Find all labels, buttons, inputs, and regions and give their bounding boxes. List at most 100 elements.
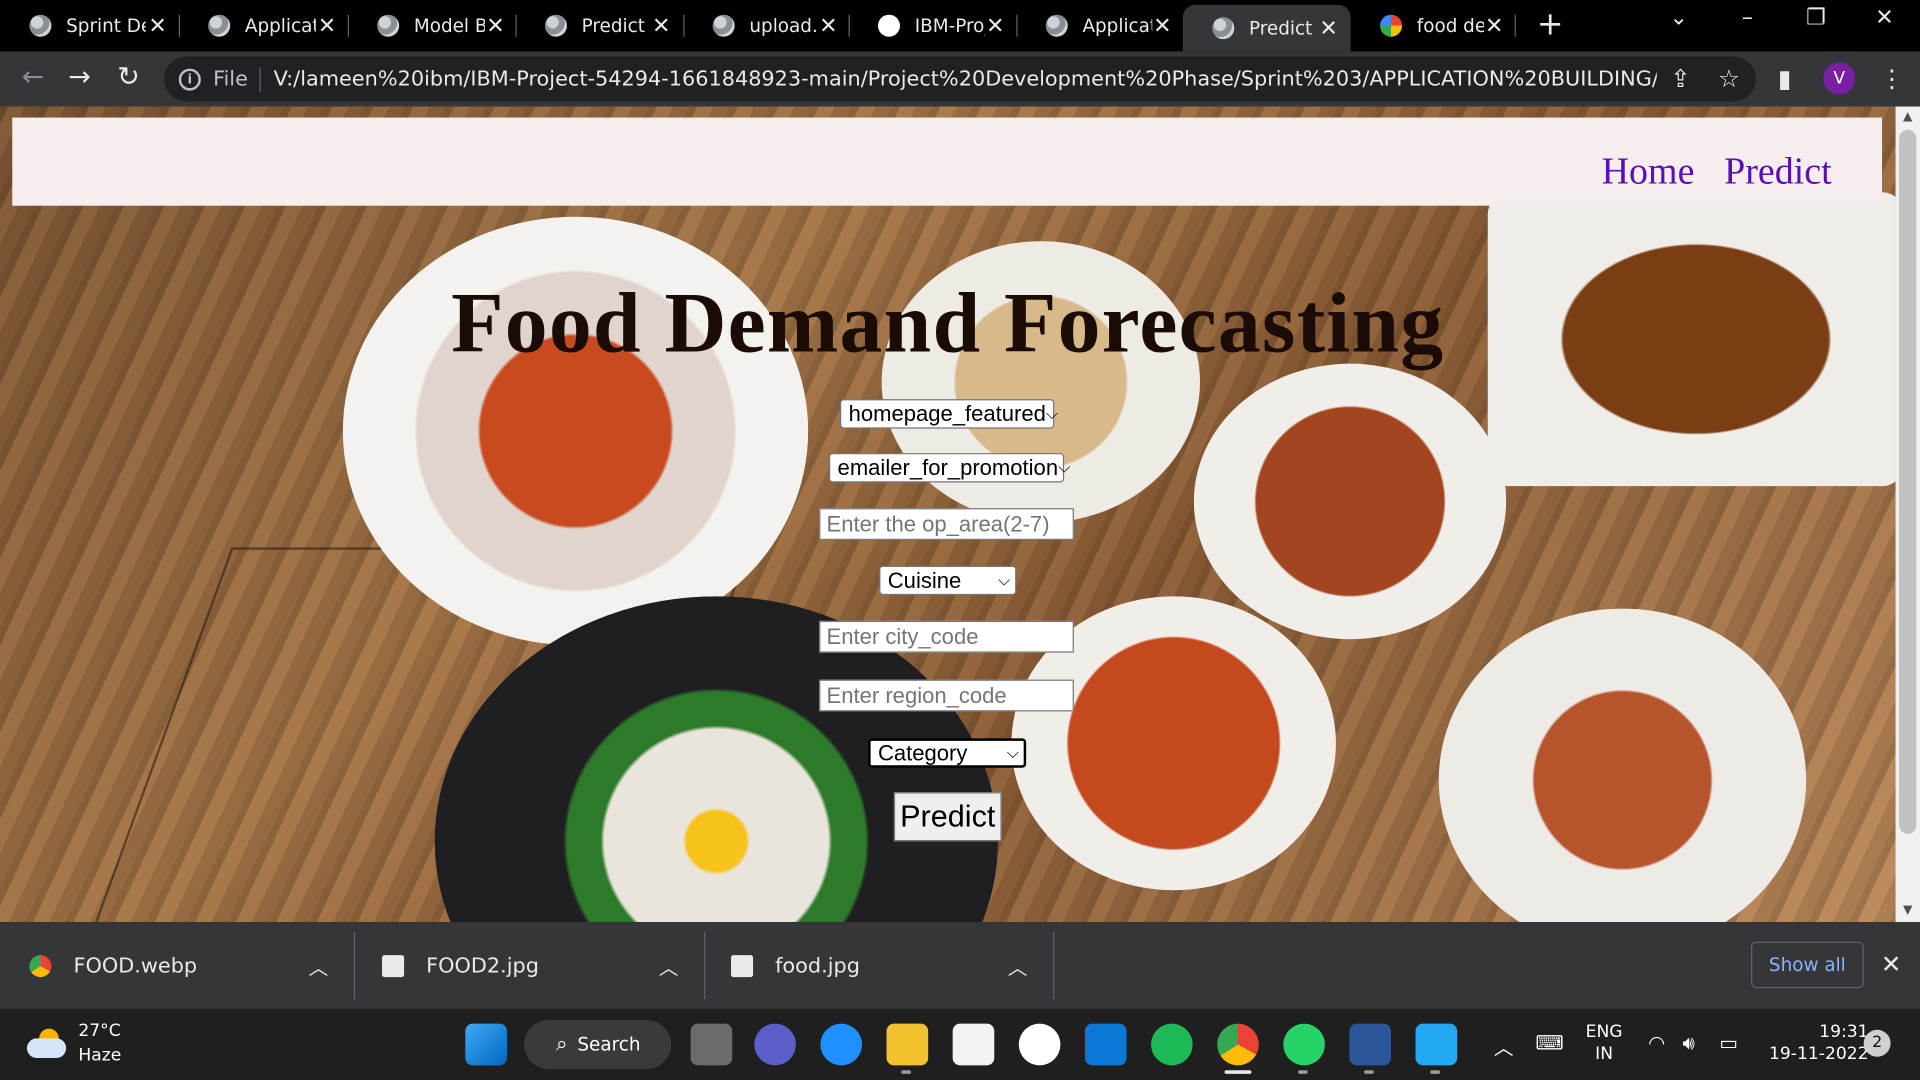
close-icon[interactable]: ✕ [984,13,1007,39]
download-divider [704,931,706,1000]
download-divider [1053,931,1055,1000]
select-value: emailer_for_promotion [837,454,1059,480]
tab-title: Predict [581,14,645,37]
taskbar-search[interactable]: ⌕ Search [524,1020,672,1069]
tab-title: Applicati [244,14,316,37]
side-panel-icon[interactable]: ▮ [1778,64,1791,93]
close-icon[interactable]: ✕ [649,13,673,39]
download-item-3[interactable]: food.jpg ︿ [731,922,1043,1009]
show-all-button[interactable]: Show all [1751,941,1864,989]
close-icon[interactable]: ✕ [1484,13,1505,39]
new-tab-button[interactable]: + [1536,7,1565,44]
tab-search-icon[interactable]: ⌄ [1660,5,1697,31]
running-app-indicator [901,1070,912,1074]
tab-2[interactable]: Applicati ✕ [179,0,348,51]
word-icon[interactable] [1349,1023,1392,1066]
restore-icon[interactable]: ❐ [1798,5,1835,31]
file-explorer-icon[interactable] [886,1023,929,1066]
close-icon[interactable]: ✕ [316,13,338,39]
tab-7[interactable]: Applicati ✕ [1016,0,1183,51]
wifi-icon[interactable]: ◠ [1648,1031,1665,1054]
defender-shield-icon[interactable] [1084,1023,1127,1066]
task-view-icon[interactable] [690,1023,733,1066]
menu-kebab-icon[interactable]: ⋮ [1880,64,1904,93]
vscode-icon[interactable] [1415,1023,1458,1066]
scroll-up-icon[interactable]: ▲ [1899,110,1916,123]
url-text[interactable]: V:/lameen%20ibm/IBM-Project-54294-166184… [274,67,1658,91]
bookmark-star-icon[interactable]: ☆ [1718,64,1740,93]
running-app-indicator [1364,1070,1374,1074]
whatsapp-icon[interactable] [1283,1023,1325,1066]
info-icon[interactable]: i [178,67,201,91]
close-download-bar-icon[interactable]: ✕ [1881,949,1902,978]
window-close-icon[interactable]: ✕ [1866,5,1903,31]
clock-date: 19-11-2022 [1768,1044,1869,1065]
tab-3[interactable]: Model Bu ✕ [348,0,516,51]
clock[interactable]: 19:31 19-11-2022 [1758,1021,1869,1065]
close-icon[interactable]: ✕ [818,13,839,39]
close-icon[interactable]: ✕ [146,13,169,39]
minimize-icon[interactable]: – [1729,5,1766,31]
forward-icon[interactable]: → [61,61,98,98]
spotify-icon[interactable] [1151,1023,1193,1066]
volume-icon[interactable]: 🔊︎ [1682,1031,1694,1055]
teams-chat-icon[interactable] [754,1023,796,1066]
category-select[interactable]: Category ⌵ [868,738,1027,768]
close-icon[interactable]: ✕ [1152,13,1173,39]
battery-icon[interactable]: ▭ [1719,1031,1738,1054]
tab-8-active[interactable]: Predict ✕ [1182,4,1351,52]
tab-6[interactable]: IBM-Proj ✕ [849,0,1017,51]
chrome-icon[interactable] [1217,1023,1259,1066]
running-app-indicator [1297,1070,1308,1074]
tab-4[interactable]: Predict ✕ [516,0,684,51]
download-item-2[interactable]: FOOD2.jpg ︿ [382,922,694,1009]
get-help-icon[interactable] [820,1023,863,1066]
globe-icon [712,14,735,37]
windows-start-icon[interactable] [465,1023,507,1066]
city-code-placeholder: Enter city_code [826,623,979,649]
tray-overflow-chevron-icon[interactable]: ︿ [1494,1031,1514,1060]
weather-widget[interactable]: 27°C Haze [26,1019,122,1068]
microsoft-store-icon[interactable] [952,1023,995,1066]
close-icon[interactable]: ✕ [485,13,505,39]
region-code-input[interactable]: Enter region_code [819,679,1074,712]
chevron-up-icon[interactable]: ︿ [1008,951,1028,980]
scrollbar-thumb[interactable] [1899,129,1917,834]
language-code: ENG [1585,1022,1623,1043]
tab-5[interactable]: upload.h ✕ [683,0,848,51]
language-indicator[interactable]: ENG IN [1580,1021,1629,1065]
weather-condition: Haze [78,1045,122,1066]
close-icon[interactable]: ✕ [1316,15,1340,41]
nav-predict-link[interactable]: Predict [1724,149,1832,193]
nav-home-link[interactable]: Home [1602,149,1695,193]
tab-1[interactable]: Sprint De ✕ [0,0,179,51]
tab-9[interactable]: food der ✕ [1351,0,1515,51]
emailer-for-promotion-select[interactable]: emailer_for_promotion ⌵ [828,453,1070,483]
weather-temp: 27°C [78,1021,121,1041]
reload-icon[interactable]: ↻ [110,61,147,98]
notification-badge[interactable]: 2 [1863,1029,1891,1057]
chevron-up-icon[interactable]: ︿ [309,951,329,980]
download-item-1[interactable]: FOOD.webp ︿ [29,922,341,1009]
google-icon [1380,14,1403,37]
github-icon [877,14,901,37]
profile-avatar[interactable]: V [1823,62,1856,95]
chatgpt-like-app-icon[interactable] [1018,1023,1061,1066]
share-icon[interactable]: ⇪ [1670,64,1691,93]
chevron-down-icon: ⌵ [1045,404,1058,423]
address-bar[interactable]: i File V:/lameen%20ibm/IBM-Project-54294… [164,56,1756,102]
city-code-input[interactable]: Enter city_code [819,620,1074,653]
region-code-placeholder: Enter region_code [826,682,1007,708]
windows-taskbar: 27°C Haze ⌕ Search ︿ ⌨ ENG IN ◠ 🔊︎ ▭ 19:… [0,1008,1920,1080]
keyboard-icon[interactable]: ⌨ [1536,1031,1564,1054]
scroll-down-icon[interactable]: ▼ [1899,904,1916,917]
scheme-label: File [213,66,248,92]
cuisine-select[interactable]: Cuisine ⌵ [879,565,1017,596]
chevron-up-icon[interactable]: ︿ [659,951,679,980]
image-file-icon [382,954,405,977]
tab-title: IBM-Proj [914,14,984,37]
back-icon[interactable]: ← [15,61,52,98]
op-area-input[interactable]: Enter the op_area(2-7) [819,508,1074,541]
predict-submit-button[interactable]: Predict [893,792,1002,842]
homepage-featured-select[interactable]: homepage_featured ⌵ [840,399,1058,429]
